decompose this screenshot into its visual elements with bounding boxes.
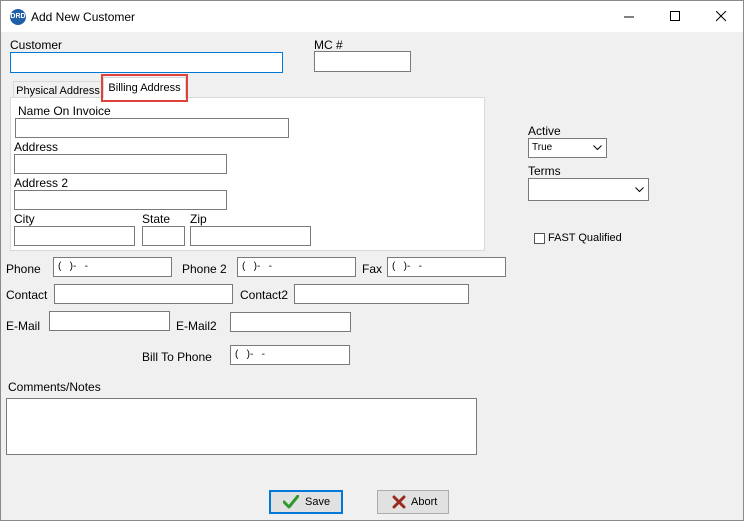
contact-input[interactable] xyxy=(54,284,233,304)
mc-input[interactable] xyxy=(314,51,411,72)
address2-label: Address 2 xyxy=(14,176,69,190)
abort-button[interactable]: Abort xyxy=(377,490,449,514)
close-button[interactable] xyxy=(698,1,744,32)
email-label: E-Mail xyxy=(6,319,41,333)
contact-label: Contact xyxy=(6,288,48,302)
phone-label: Phone xyxy=(6,262,41,276)
save-button[interactable]: Save xyxy=(269,490,343,514)
checkmark-icon xyxy=(283,495,299,509)
city-input[interactable] xyxy=(14,226,135,246)
address-label: Address xyxy=(14,140,59,154)
close-icon xyxy=(716,11,727,22)
email2-label: E-Mail2 xyxy=(176,319,217,333)
email-input[interactable] xyxy=(49,311,170,331)
chevron-down-icon xyxy=(593,145,602,151)
zip-input[interactable] xyxy=(190,226,311,246)
app-logo-icon: DRD xyxy=(10,9,26,25)
fast-qualified-label: FAST Qualified xyxy=(548,232,622,244)
abort-label: Abort xyxy=(411,496,438,508)
terms-label: Terms xyxy=(528,164,561,178)
bill-to-phone-input[interactable]: ( )- - xyxy=(230,345,350,365)
fast-qualified-checkbox[interactable] xyxy=(534,233,545,244)
terms-select[interactable] xyxy=(528,178,649,201)
name-on-invoice-input[interactable] xyxy=(15,118,289,138)
fax-input[interactable]: ( )- - xyxy=(387,257,506,277)
customer-label: Customer xyxy=(10,38,63,52)
state-label: State xyxy=(142,212,171,226)
active-select-value: True xyxy=(532,142,553,153)
save-label: Save xyxy=(305,496,331,508)
bill-to-phone-label: Bill To Phone xyxy=(142,350,212,364)
x-mark-icon xyxy=(392,495,406,509)
phone2-input[interactable]: ( )- - xyxy=(237,257,356,277)
maximize-button[interactable] xyxy=(652,1,698,32)
email2-input[interactable] xyxy=(230,312,351,332)
comments-textarea[interactable] xyxy=(6,398,477,455)
tab-physical-address[interactable]: Physical Address xyxy=(13,81,103,98)
comments-label: Comments/Notes xyxy=(8,380,101,394)
customer-input[interactable] xyxy=(10,52,283,73)
address2-input[interactable] xyxy=(14,190,227,210)
address-input[interactable] xyxy=(14,154,227,174)
minimize-icon xyxy=(624,16,634,18)
maximize-icon xyxy=(670,11,680,21)
add-customer-window: DRD Add New Customer Customer MC # Physi… xyxy=(0,0,744,521)
zip-label: Zip xyxy=(190,212,207,226)
name-on-invoice-label: Name On Invoice xyxy=(18,104,111,118)
chevron-down-icon xyxy=(635,187,644,193)
contact2-input[interactable] xyxy=(294,284,469,304)
active-select[interactable]: True xyxy=(528,138,607,158)
window-title: Add New Customer xyxy=(31,10,136,24)
minimize-button[interactable] xyxy=(606,1,652,32)
title-bar: DRD Add New Customer xyxy=(1,1,743,32)
active-label: Active xyxy=(528,124,561,138)
phone2-label: Phone 2 xyxy=(182,262,227,276)
city-label: City xyxy=(14,212,35,226)
phone-input[interactable]: ( )- - xyxy=(53,257,172,277)
billing-tab-highlight xyxy=(101,74,188,102)
mc-label: MC # xyxy=(314,38,343,52)
state-input[interactable] xyxy=(142,226,185,246)
fax-label: Fax xyxy=(362,262,383,276)
contact2-label: Contact2 xyxy=(240,288,289,302)
